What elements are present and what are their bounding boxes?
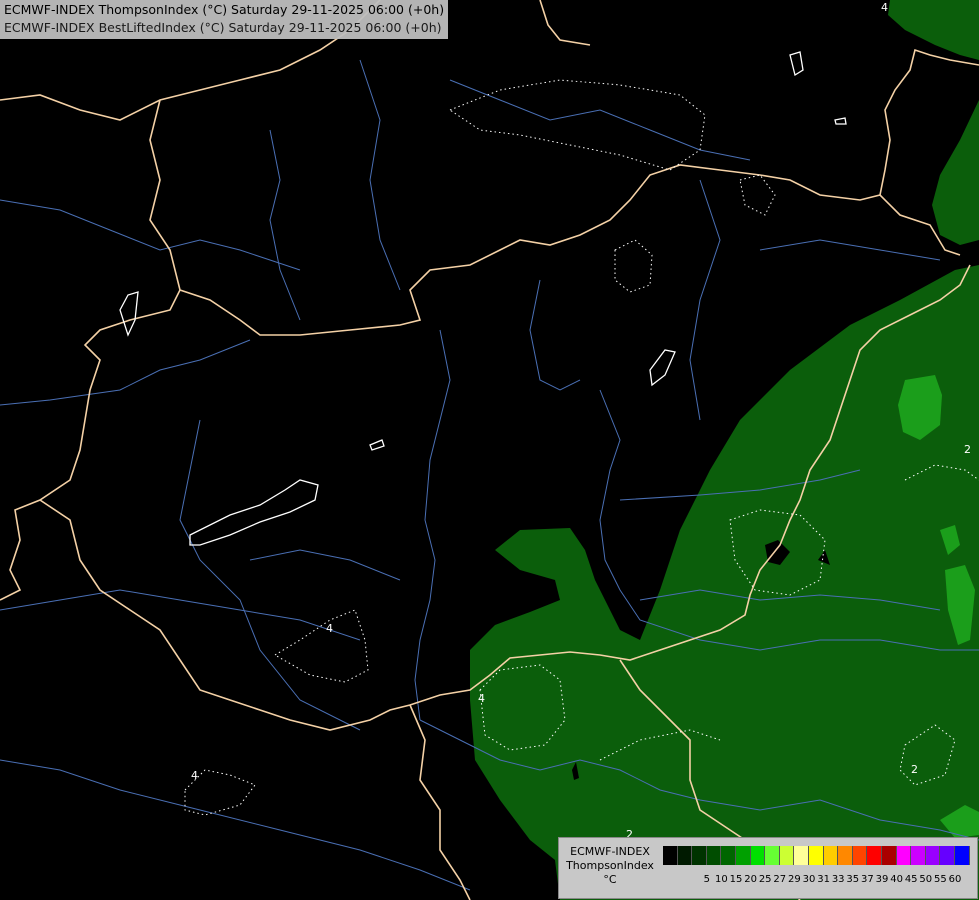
color-legend: ECMWF-INDEX ThompsonIndex °C 5 10 15 20 25 27… [558, 837, 978, 899]
contour-label: 4 [478, 692, 485, 705]
legend-tick-label: 39 [875, 874, 889, 885]
map-header: ECMWF-INDEX ThompsonIndex (°C) Saturday … [0, 0, 449, 39]
legend-swatch [779, 846, 795, 865]
legend-tick-label: 30 [802, 874, 816, 885]
legend-tick-label: 29 [788, 874, 801, 885]
legend-tick-label: 50 [919, 874, 933, 885]
legend-tick-label: 40 [890, 874, 903, 885]
legend-tick-label: 55 [934, 874, 947, 885]
legend-tick-label: 37 [861, 874, 874, 885]
legend-swatch [838, 846, 853, 865]
legend-title-line: ThompsonIndex [566, 859, 654, 872]
legend-swatch [750, 846, 766, 865]
legend-swatch [955, 846, 970, 865]
legend-tick-label: 27 [773, 874, 787, 885]
contour-label: 4 [881, 1, 888, 14]
legend-swatch [677, 846, 693, 865]
weather-map: 4 4 4 4 2 2 2 [0, 0, 979, 900]
legend-tick-label: 5 [703, 874, 710, 885]
legend-swatch [692, 846, 707, 865]
legend-swatch [823, 846, 839, 865]
legend-tick-label: 10 [715, 874, 728, 885]
legend-swatch [911, 846, 926, 865]
legend-swatch [852, 846, 868, 865]
header-title-lifted: ECMWF-INDEX BestLiftedIndex (°C) Saturda… [4, 20, 442, 35]
legend-tick-label: 31 [817, 874, 830, 885]
legend-title: ECMWF-INDEX ThompsonIndex °C [563, 845, 657, 887]
legend-swatch [736, 846, 751, 865]
legend-tick-label: 60 [948, 874, 962, 885]
legend-tick-label: 15 [729, 874, 743, 885]
legend-swatch [765, 846, 780, 865]
contour-label: 4 [191, 769, 198, 782]
legend-swatch [882, 846, 897, 865]
legend-swatch [721, 846, 736, 865]
legend-swatch [663, 846, 678, 865]
legend-swatch [867, 846, 882, 865]
legend-tick-label: 45 [904, 874, 918, 885]
legend-swatch [940, 846, 955, 865]
legend-title-line: °C [603, 873, 617, 886]
contour-label: 4 [326, 622, 333, 635]
legend-tick-label: 20 [744, 874, 757, 885]
contour-label: 2 [964, 443, 971, 456]
legend-tick-label: 33 [831, 874, 845, 885]
legend-swatch [706, 846, 722, 865]
legend-swatch [925, 846, 941, 865]
contour-label: 2 [911, 763, 918, 776]
legend-tick-label: 25 [758, 874, 772, 885]
legend-swatch [896, 846, 912, 865]
header-title-thompson: ECMWF-INDEX ThompsonIndex (°C) Saturday … [4, 2, 445, 17]
legend-swatch [794, 846, 809, 865]
legend-tick-label: 35 [846, 874, 860, 885]
legend-title-line: ECMWF-INDEX [570, 845, 650, 858]
legend-swatch [809, 846, 824, 865]
